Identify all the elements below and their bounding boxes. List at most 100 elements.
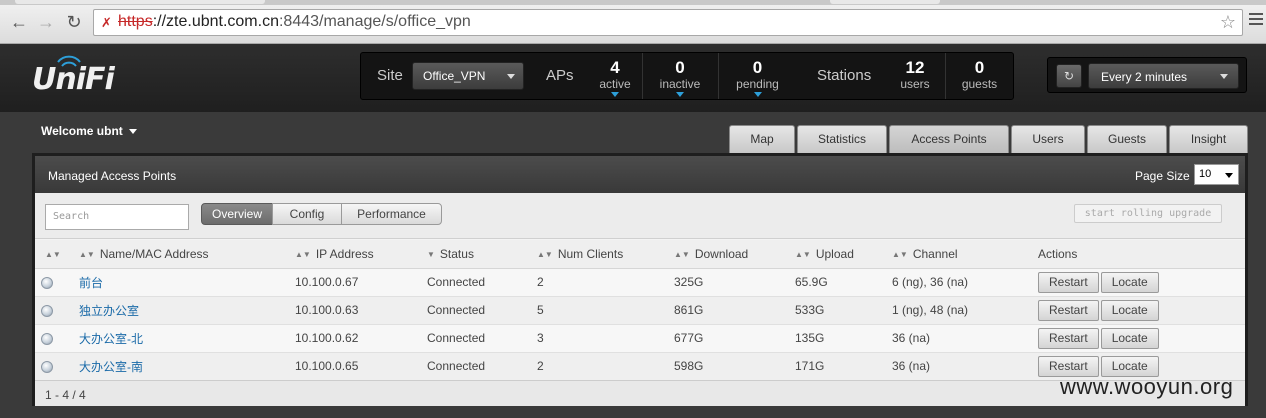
locate-button[interactable]: Locate <box>1100 299 1159 321</box>
restart-button[interactable]: Restart <box>1038 271 1099 293</box>
table-row[interactable]: 独立办公室 10.100.0.63 Connected 5 861G 533G … <box>35 296 1245 325</box>
tab-guests[interactable]: Guests <box>1087 125 1167 153</box>
tab-statistics[interactable]: Statistics <box>797 125 887 153</box>
browser-menu-icon[interactable] <box>1249 13 1263 27</box>
tab-access-points[interactable]: Access Points <box>889 125 1009 153</box>
browser-tab[interactable] <box>15 0 265 4</box>
ap-status-icon-cell <box>35 296 79 325</box>
access-point-icon <box>41 332 53 345</box>
browser-tab[interactable] <box>830 0 940 4</box>
search-input[interactable]: Search <box>45 204 189 230</box>
app-header: UniFi Site Office_VPN APs 4 active 0 ina… <box>0 44 1266 112</box>
locate-button[interactable]: Locate <box>1100 327 1159 349</box>
ap-name-link[interactable]: 独立办公室 <box>79 304 139 318</box>
view-tab-config[interactable]: Config <box>272 203 342 225</box>
refresh-interval-select[interactable]: Every 2 minutes <box>1088 63 1239 89</box>
sort-icon: ▲▼ <box>45 249 61 259</box>
stat-number: 4 <box>610 58 620 77</box>
ap-status-icon-cell <box>35 352 79 381</box>
ap-name-link[interactable]: 大办公室-南 <box>79 360 143 374</box>
page-size-value: 10 <box>1199 168 1212 180</box>
col-ip[interactable]: ▲▼ IP Address <box>295 240 427 269</box>
col-status[interactable]: ▼ Status <box>427 240 537 269</box>
restart-button[interactable]: Restart <box>1038 299 1099 321</box>
stat-label: pending <box>736 77 779 91</box>
chevron-down-icon <box>128 129 137 135</box>
page-size-select[interactable]: 10 <box>1194 164 1239 185</box>
browser-toolbar: ← → ↻ ✗ https://zte.ubnt.com.cn:8443/man… <box>0 0 1266 44</box>
ap-ip: 10.100.0.63 <box>295 296 427 325</box>
sort-icon: ▲▼ <box>537 249 553 259</box>
ap-channel: 1 (ng), 48 (na) <box>892 296 1038 325</box>
stats-panel: Site Office_VPN APs 4 active 0 inactive … <box>360 52 1014 100</box>
tab-insight[interactable]: Insight <box>1169 125 1248 153</box>
forward-icon[interactable]: → <box>36 12 56 32</box>
col-channel[interactable]: ▲▼ Channel <box>892 240 1038 269</box>
dropdown-triangle-icon <box>676 92 684 97</box>
tab-map[interactable]: Map <box>729 125 795 153</box>
ap-download: 861G <box>674 296 795 325</box>
locate-button[interactable]: Locate <box>1100 271 1159 293</box>
ap-name-link[interactable]: 大办公室-北 <box>79 332 143 346</box>
access-point-icon <box>41 360 53 373</box>
view-tab-overview[interactable]: Overview <box>201 203 273 225</box>
col-actions: Actions <box>1038 240 1245 269</box>
col-label: IP Address <box>315 246 374 261</box>
col-label: Name/MAC Address <box>99 246 209 261</box>
back-icon[interactable]: ← <box>9 12 29 32</box>
rolling-upgrade-button[interactable]: start rolling upgrade <box>1074 204 1222 223</box>
user-menu[interactable]: Welcome ubnt <box>41 124 137 138</box>
stat-label: active <box>599 77 631 91</box>
chevron-down-icon <box>1225 173 1233 178</box>
site-label: Site <box>377 67 403 84</box>
stat-inactive[interactable]: 0 inactive <box>642 53 717 99</box>
table-row[interactable]: 前台 10.100.0.67 Connected 2 325G 65.9G 6 … <box>35 268 1245 297</box>
address-bar[interactable]: ✗ https://zte.ubnt.com.cn:8443/manage/s/… <box>93 9 1243 36</box>
col-label: Num Clients <box>557 246 624 261</box>
ap-ip: 10.100.0.62 <box>295 324 427 353</box>
sort-icon: ▲▼ <box>295 249 311 259</box>
col-label: Upload <box>815 246 854 261</box>
ap-status: Connected <box>427 324 537 353</box>
col-download[interactable]: ▲▼ Download <box>674 240 795 269</box>
table-row[interactable]: 大办公室-北 10.100.0.62 Connected 3 677G 135G… <box>35 324 1245 353</box>
ap-name-link[interactable]: 前台 <box>79 276 103 290</box>
ap-download: 677G <box>674 324 795 353</box>
col-sort-all[interactable]: ▲▼ <box>35 240 79 269</box>
tab-users[interactable]: Users <box>1011 125 1085 153</box>
col-label: Status <box>439 246 474 261</box>
table-header-row: ▲▼ ▲▼ Name/MAC Address ▲▼ IP Address ▼ Stat… <box>35 240 1245 269</box>
restart-button[interactable]: Restart <box>1038 327 1099 349</box>
dropdown-triangle-icon <box>753 92 762 97</box>
sort-icon: ▲▼ <box>795 249 811 259</box>
stat-users[interactable]: 12 users <box>886 53 944 99</box>
ap-status-icon-cell <box>35 324 79 353</box>
access-points-table: ▲▼ ▲▼ Name/MAC Address ▲▼ IP Address ▼ Stat… <box>35 240 1245 381</box>
ap-status: Connected <box>427 352 537 381</box>
ap-upload: 65.9G <box>795 268 892 297</box>
stat-number: 0 <box>675 58 685 77</box>
site-select[interactable]: Office_VPN <box>412 62 524 90</box>
dropdown-triangle-icon <box>611 92 619 97</box>
col-name[interactable]: ▲▼ Name/MAC Address <box>79 240 295 269</box>
refresh-icon[interactable]: ↻ <box>1056 64 1082 88</box>
sort-icon: ▲▼ <box>79 249 95 259</box>
col-num-clients[interactable]: ▲▼ Num Clients <box>537 240 674 269</box>
insecure-lock-icon: ✗ <box>101 15 112 30</box>
ap-num-clients: 2 <box>537 268 674 297</box>
chevron-down-icon <box>507 74 515 79</box>
ap-download: 325G <box>674 268 795 297</box>
stat-guests[interactable]: 0 guests <box>945 53 1013 99</box>
ap-status: Connected <box>427 296 537 325</box>
stat-active[interactable]: 4 active <box>589 53 641 99</box>
col-upload[interactable]: ▲▼ Upload <box>795 240 892 269</box>
refresh-panel: ↻ Every 2 minutes <box>1047 57 1247 93</box>
stat-pending[interactable]: 0 pending <box>718 53 796 99</box>
unifi-logo: UniFi <box>32 62 115 97</box>
bookmark-star-icon[interactable]: ☆ <box>1220 12 1236 33</box>
stat-label: users <box>900 77 930 91</box>
view-tab-performance[interactable]: Performance <box>341 203 442 225</box>
ap-upload: 533G <box>795 296 892 325</box>
col-label: Download <box>694 246 749 261</box>
reload-icon[interactable]: ↻ <box>64 12 84 32</box>
